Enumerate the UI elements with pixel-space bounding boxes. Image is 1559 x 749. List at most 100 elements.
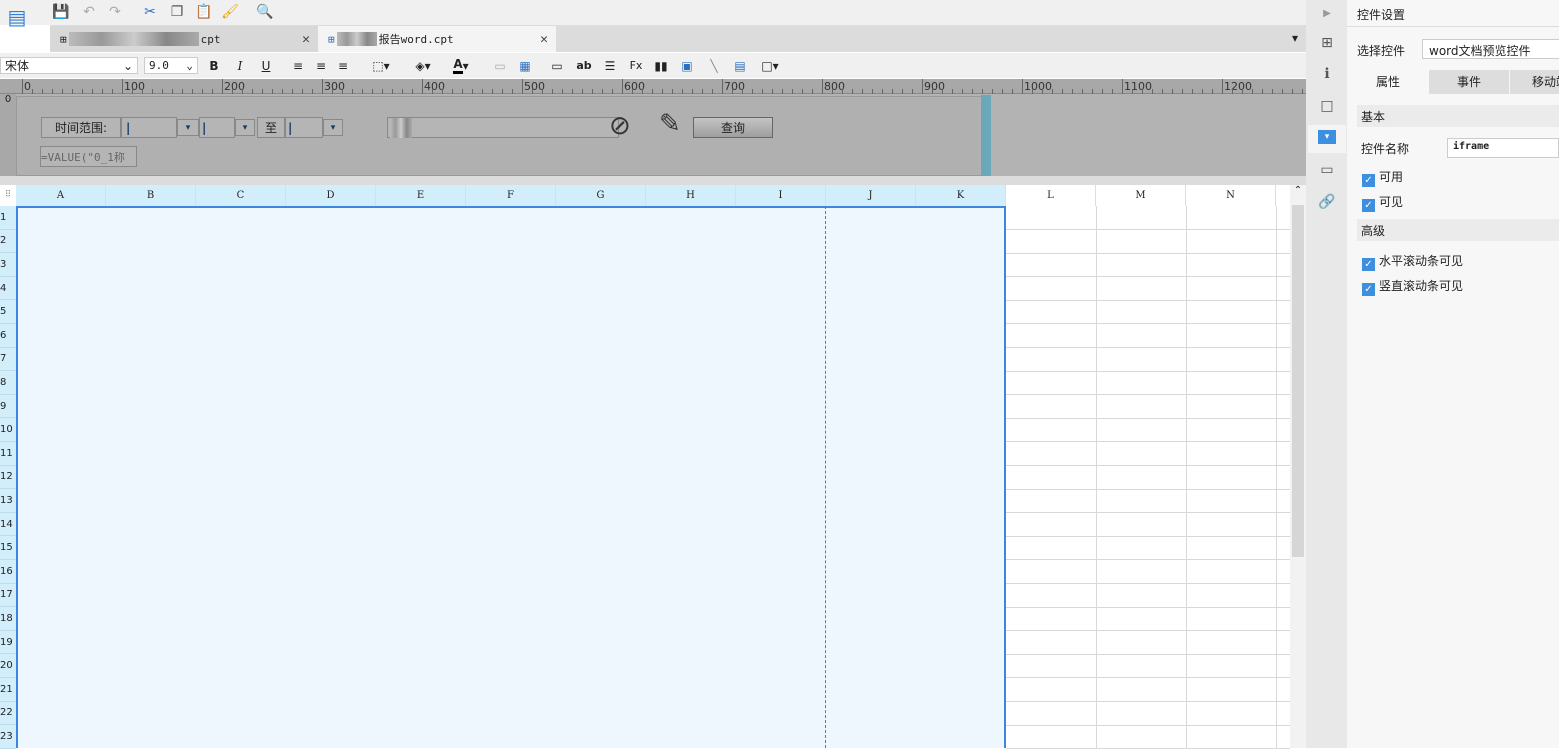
row-header-4[interactable]: 4	[0, 276, 16, 301]
row-header-22[interactable]: 22	[0, 701, 16, 726]
bold-button[interactable]: B	[206, 57, 222, 74]
align-center-icon[interactable]: ≡	[313, 57, 329, 74]
row-header-23[interactable]: 23	[0, 725, 16, 749]
select-all-icon[interactable]: ⠿	[0, 185, 16, 206]
font-select[interactable]: 宋体 ⌄	[0, 57, 138, 74]
slash-icon[interactable]: ╲	[706, 57, 722, 74]
widget-name-input[interactable]: iframe	[1447, 138, 1559, 158]
column-header-L[interactable]: L	[1006, 185, 1096, 206]
row-header-2[interactable]: 2	[0, 229, 16, 254]
select-widget-field[interactable]: word文档预览控件	[1422, 39, 1559, 59]
column-header-B[interactable]: B	[106, 185, 196, 206]
row-header-15[interactable]: 15	[0, 536, 16, 560]
frame-icon[interactable]: □	[1318, 97, 1336, 115]
dropdown-icon[interactable]: ▾	[323, 119, 343, 136]
column-header-F[interactable]: F	[466, 185, 556, 206]
column-header-J[interactable]: J	[826, 185, 916, 206]
query-button[interactable]: 查询	[693, 117, 773, 138]
row-header-21[interactable]: 21	[0, 678, 16, 702]
tab-events[interactable]: 事件	[1429, 70, 1509, 94]
hscroll-checkbox[interactable]: ✓ 水平滚动条可见	[1362, 252, 1463, 271]
undo-icon[interactable]: ↶	[80, 3, 98, 21]
row-header-11[interactable]: 11	[0, 442, 16, 466]
text-color-button[interactable]: A ▾	[446, 57, 476, 74]
formula-icon[interactable]: Fx	[627, 57, 645, 74]
preview-icon[interactable]: 🔍	[256, 3, 274, 21]
scroll-up-icon[interactable]: ⌃	[1290, 185, 1306, 203]
row-header-18[interactable]: 18	[0, 607, 16, 631]
column-header-M[interactable]: M	[1096, 185, 1186, 206]
row-header-13[interactable]: 13	[0, 489, 16, 513]
row-header-6[interactable]: 6	[0, 324, 16, 348]
vertical-scrollbar[interactable]: ⌃	[1290, 185, 1306, 748]
text-icon[interactable]: ab	[575, 57, 593, 74]
start-date-input[interactable]: |	[121, 117, 177, 138]
vscroll-checkbox[interactable]: ✓ 竖直滚动条可见	[1362, 277, 1463, 296]
row-header-9[interactable]: 9	[0, 394, 16, 419]
blurred-input[interactable]	[387, 117, 619, 138]
redo-icon[interactable]: ↷	[106, 3, 124, 21]
tab-properties[interactable]: 属性	[1347, 70, 1429, 94]
close-icon[interactable]: ✕	[302, 32, 310, 47]
underline-button[interactable]: U	[258, 57, 274, 74]
paste-icon[interactable]: 📋	[195, 3, 213, 21]
enabled-checkbox[interactable]: ✓ 可用	[1362, 168, 1403, 187]
fill-color-icon[interactable]: ◈▾	[408, 57, 438, 74]
third-date-input[interactable]: |	[285, 117, 323, 138]
column-header-H[interactable]: H	[646, 185, 736, 206]
align-left-icon[interactable]: ≡	[290, 57, 306, 74]
pencil-icon[interactable]: ✎	[659, 109, 681, 139]
tab-menu-icon[interactable]: ▾	[1292, 31, 1298, 45]
tab-mobile[interactable]: 移动端	[1510, 70, 1559, 94]
logo-icon[interactable]: ▤	[6, 4, 28, 30]
row-header-12[interactable]: 12	[0, 465, 16, 490]
cut-icon[interactable]: ✂	[141, 3, 159, 21]
pane-divider[interactable]	[0, 176, 1306, 185]
align-right-icon[interactable]: ≡	[335, 57, 351, 74]
widget-icon[interactable]: ▾	[1318, 130, 1336, 144]
merge-cells-icon[interactable]: ▭	[492, 57, 508, 74]
chart-icon[interactable]: ▮▮	[653, 57, 669, 74]
border-icon[interactable]: ⬚▾	[366, 57, 396, 74]
row-header-14[interactable]: 14	[0, 512, 16, 537]
italic-button[interactable]: I	[232, 57, 248, 74]
row-header-5[interactable]: 5	[0, 300, 16, 324]
collapse-icon[interactable]: ▶	[1318, 4, 1336, 22]
form-resize-handle[interactable]	[981, 95, 991, 177]
save-icon[interactable]: 💾	[52, 3, 70, 21]
row-header-7[interactable]: 7	[0, 347, 16, 372]
close-icon[interactable]: ✕	[540, 32, 548, 47]
form-icon[interactable]: ▭	[1318, 161, 1336, 179]
row-header-1[interactable]: 1	[0, 206, 16, 230]
visible-checkbox[interactable]: ✓ 可见	[1362, 193, 1403, 212]
font-size-select[interactable]: 9.0 ⌄	[144, 57, 198, 74]
column-header-D[interactable]: D	[286, 185, 376, 206]
table-icon[interactable]: ▦	[517, 57, 533, 74]
column-header-K[interactable]: K	[916, 185, 1006, 206]
tab-file-1[interactable]: ⊞ cpt ✕	[50, 26, 318, 52]
column-header-I[interactable]: I	[736, 185, 826, 206]
end-date-input[interactable]: |	[199, 117, 235, 138]
eye-off-icon[interactable]: ⊘	[609, 111, 631, 141]
cell-border-icon[interactable]: □▾	[758, 57, 782, 74]
dropdown-icon[interactable]: ▾	[177, 119, 199, 136]
format-painter-icon[interactable]: 🖌	[221, 3, 239, 21]
scroll-thumb[interactable]	[1292, 205, 1304, 557]
paragraph-icon[interactable]: ☰	[602, 57, 618, 74]
row-header-17[interactable]: 17	[0, 583, 16, 608]
row-header-8[interactable]: 8	[0, 371, 16, 395]
image-icon[interactable]: ▣	[679, 57, 695, 74]
link-icon[interactable]: 🔗	[1318, 193, 1336, 211]
row-header-10[interactable]: 10	[0, 418, 16, 442]
info-icon[interactable]: ℹ	[1318, 65, 1336, 83]
layout-icon[interactable]: ⊞	[1318, 34, 1336, 52]
text-field-icon[interactable]: ▭	[549, 57, 565, 74]
row-header-19[interactable]: 19	[0, 630, 16, 655]
dropdown-icon[interactable]: ▾	[235, 119, 255, 136]
column-header-C[interactable]: C	[196, 185, 286, 206]
column-header-N[interactable]: N	[1186, 185, 1276, 206]
row-header-20[interactable]: 20	[0, 654, 16, 678]
column-header-G[interactable]: G	[556, 185, 646, 206]
subreport-icon[interactable]: ▤	[732, 57, 748, 74]
row-header-3[interactable]: 3	[0, 253, 16, 277]
